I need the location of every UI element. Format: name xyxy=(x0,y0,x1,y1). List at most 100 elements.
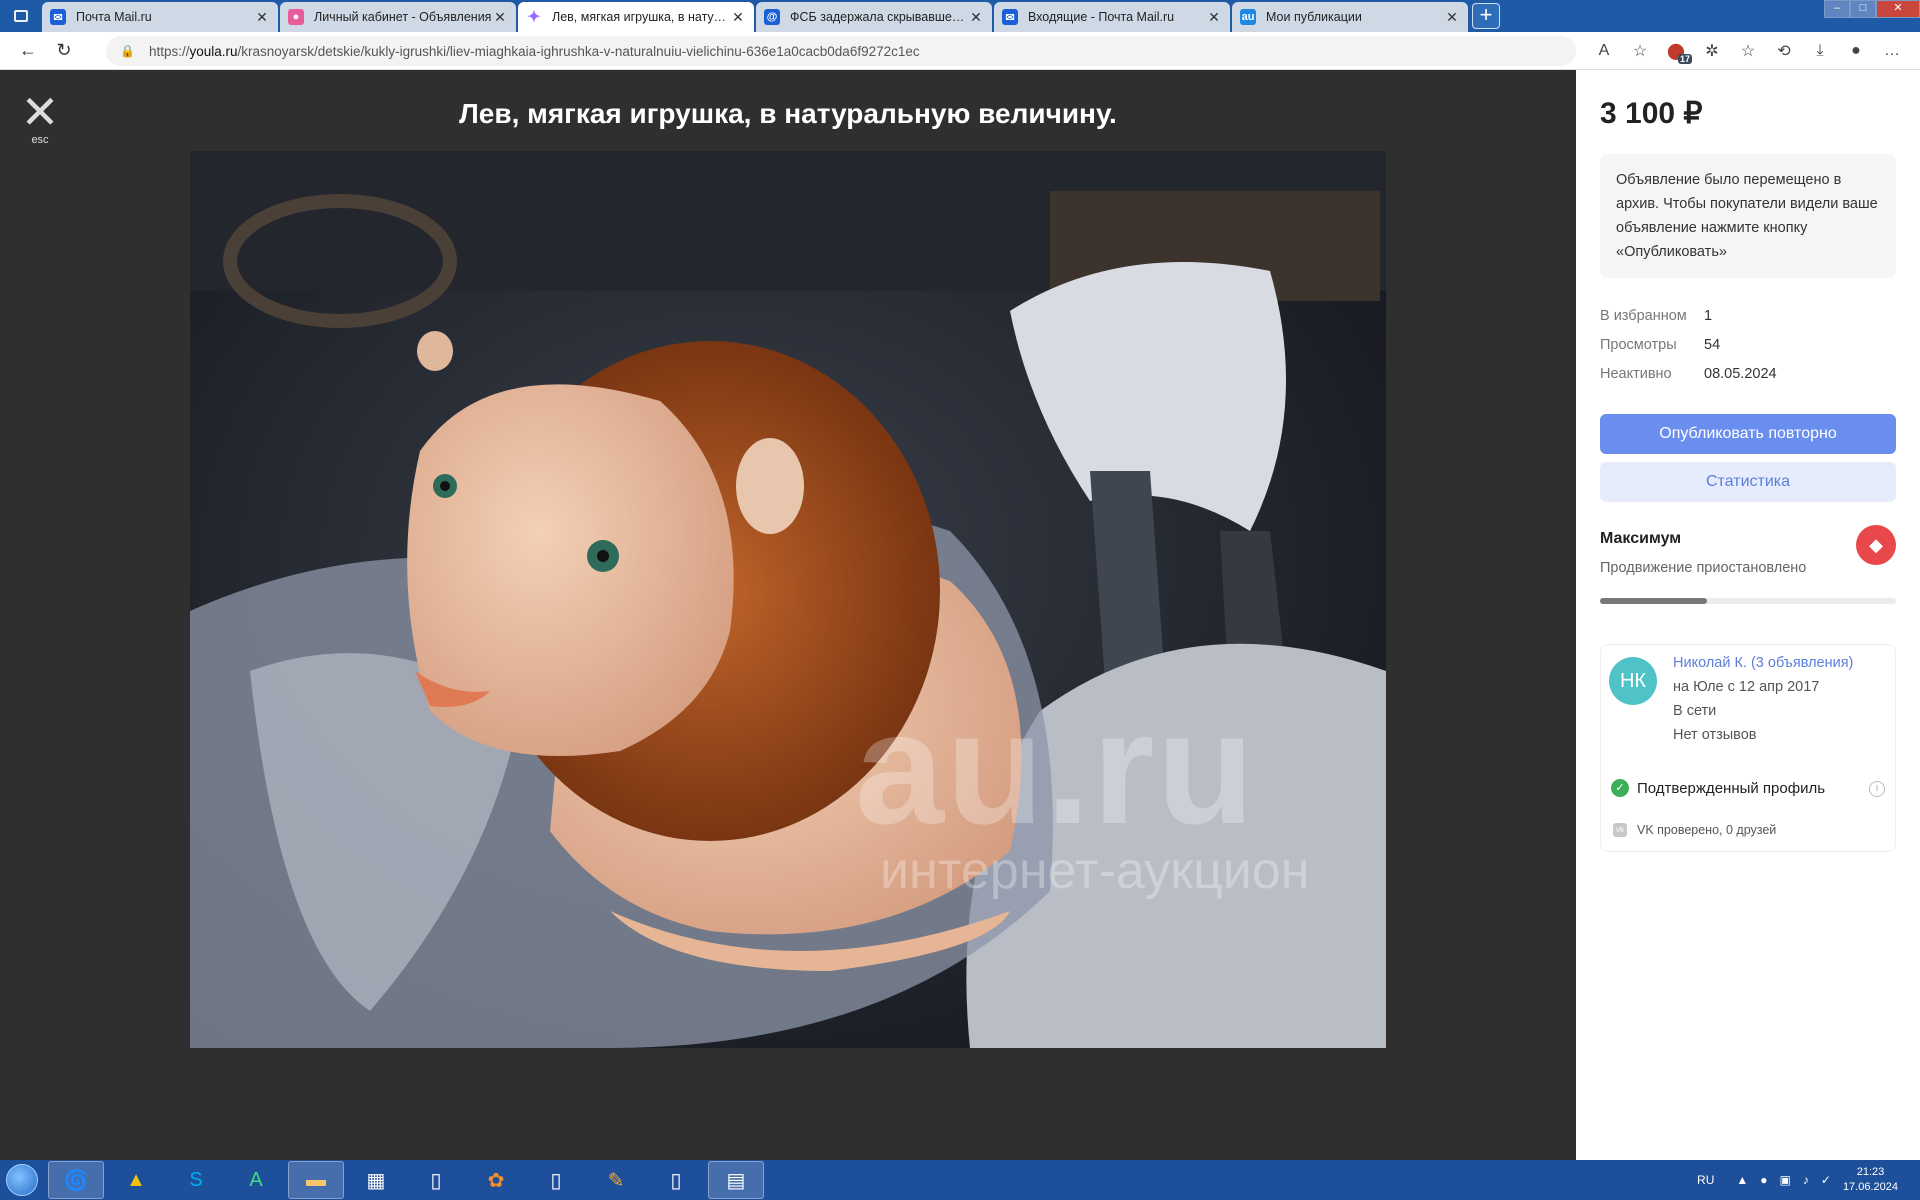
tray-app-icon[interactable]: ● xyxy=(1760,1173,1767,1187)
close-tab-icon[interactable]: ✕ xyxy=(254,9,270,26)
verified-label: Подтвержденный профиль xyxy=(1637,779,1826,797)
new-tab-button[interactable]: + xyxy=(1472,3,1500,29)
tab-5[interactable]: au Мои публикации ✕ xyxy=(1232,2,1468,32)
reload-icon[interactable]: ↻ xyxy=(46,36,82,66)
back-arrow-icon[interactable]: ← xyxy=(10,36,46,66)
calendar-taskbar-icon[interactable]: ▤ xyxy=(708,1161,764,1199)
file-taskbar-icon[interactable]: ▯ xyxy=(648,1161,704,1199)
adblock-extension-icon[interactable]: ⬤ 17 xyxy=(1658,36,1694,66)
start-button[interactable] xyxy=(0,1160,44,1200)
promo-progress-bar xyxy=(1600,598,1896,604)
lion-toy-photo xyxy=(190,151,1386,1048)
clock[interactable]: 21:23 17.06.2024 xyxy=(1843,1165,1898,1195)
volume-icon[interactable]: ♪ xyxy=(1803,1173,1809,1187)
explorer-taskbar-icon[interactable]: ▬ xyxy=(288,1161,344,1199)
tab-1[interactable]: ● Личный кабинет - Объявления ✕ xyxy=(280,2,516,32)
verified-profile: ✓ Подтвержденный профиль xyxy=(1611,779,1825,797)
url-prefix: https:// xyxy=(148,43,190,59)
extension-badge: 17 xyxy=(1677,54,1692,64)
tab-4[interactable]: ✉ Входящие - Почта Mail.ru ✕ xyxy=(994,2,1230,32)
network-icon[interactable]: ▣ xyxy=(1780,1173,1791,1187)
skype-taskbar-icon[interactable]: S xyxy=(168,1161,224,1199)
document-taskbar-icon[interactable]: ▯ xyxy=(408,1161,464,1199)
promo-title: Максимум xyxy=(1600,530,1682,547)
shield-icon: ✓ xyxy=(1611,779,1629,797)
calculator-taskbar-icon[interactable]: ▦ xyxy=(348,1161,404,1199)
tab-2-title: Лев, мягкая игрушка, в натурал xyxy=(552,10,730,24)
tab-actions-button[interactable] xyxy=(0,0,42,32)
stat-favorites-label: В избранном xyxy=(1600,308,1687,324)
photo-viewer: ✕ esc Лев, мягкая игрушка, в натуральную… xyxy=(0,70,1576,1160)
promo-progress-fill xyxy=(1600,598,1707,604)
statistics-button[interactable]: Статистика xyxy=(1600,462,1896,502)
stat-favorites: В избранном 1 xyxy=(1600,308,1712,324)
paint-taskbar-icon[interactable]: ✎ xyxy=(588,1161,644,1199)
history-icon[interactable]: ⟲ xyxy=(1766,36,1802,66)
listing-photo[interactable]: au.ru интернет-аукцион xyxy=(190,151,1386,1048)
language-indicator[interactable]: RU xyxy=(1697,1173,1714,1187)
stat-favorites-value: 1 xyxy=(1704,308,1713,324)
windows-taskbar: 🌀 ▲ S A ▬ ▦ ▯ ✿ ▯ ✎ ▯ ▤ RU ▲ ● ▣ ♪ ✓ 21:… xyxy=(0,1160,1920,1200)
vk-label: VK проверено, 0 друзей xyxy=(1637,823,1777,837)
close-tab-icon[interactable]: ✕ xyxy=(492,9,508,26)
favorite-star-icon[interactable]: ☆ xyxy=(1622,36,1658,66)
republish-button[interactable]: Опубликовать повторно xyxy=(1600,414,1896,454)
extensions-puzzle-icon[interactable]: ✲ xyxy=(1694,36,1730,66)
stat-inactive-label: Неактивно xyxy=(1600,366,1672,382)
listing-title: Лев, мягкая игрушка, в натуральную велич… xyxy=(459,98,1117,129)
price: 3 100 ₽ xyxy=(1600,97,1703,130)
seller-online-status: В сети xyxy=(1673,703,1717,719)
android-taskbar-icon[interactable]: A xyxy=(228,1161,284,1199)
tray-expand-icon[interactable]: ▲ xyxy=(1736,1173,1748,1187)
more-menu-icon[interactable]: … xyxy=(1874,36,1910,66)
promo-status: Продвижение приостановлено xyxy=(1600,560,1807,576)
tab-0[interactable]: ✉ Почта Mail.ru ✕ xyxy=(42,2,278,32)
window-controls: – □ ✕ xyxy=(1824,0,1920,18)
dots-icon: ● xyxy=(288,9,304,25)
tab-actions-icon xyxy=(14,10,28,22)
url-host: youla.ru xyxy=(189,43,238,59)
listing-sidebar: 3 100 ₽ Объявление было перемещено в арх… xyxy=(1576,70,1920,1160)
read-aloud-icon[interactable]: A xyxy=(1586,36,1622,66)
photos-taskbar-icon[interactable]: ✿ xyxy=(468,1161,524,1199)
stat-views: Просмотры 54 xyxy=(1600,337,1720,353)
archive-notice: Объявление было перемещено в архив. Чтоб… xyxy=(1600,154,1896,278)
aimp-taskbar-icon[interactable]: ▲ xyxy=(108,1161,164,1199)
close-tab-icon[interactable]: ✕ xyxy=(1206,9,1222,26)
stat-views-label: Просмотры xyxy=(1600,337,1677,353)
address-bar[interactable]: 🔒 https://youla.ru/krasnoyarsk/detskie/k… xyxy=(106,36,1576,66)
favorites-list-icon[interactable]: ☆ xyxy=(1730,36,1766,66)
info-icon[interactable]: i xyxy=(1869,781,1885,797)
edge-taskbar-icon[interactable]: 🌀 xyxy=(48,1161,104,1199)
profile-avatar-icon[interactable]: ● xyxy=(1838,36,1874,66)
seller-since: на Юле с 12 апр 2017 xyxy=(1673,679,1820,695)
vk-icon: vk xyxy=(1613,823,1627,837)
mail-icon: ✉ xyxy=(50,9,66,25)
tab-3-title: ФСБ задержала скрывавшегося xyxy=(790,10,968,24)
watermark-logo: au.ru xyxy=(855,678,1257,857)
download-icon[interactable]: ⤓ xyxy=(1802,36,1838,66)
seller-name-link[interactable]: Николай К. (3 объявления) xyxy=(1673,655,1853,671)
vk-verification: vk VK проверено, 0 друзей xyxy=(1613,823,1776,837)
minimize-icon[interactable]: – xyxy=(1824,0,1850,18)
clock-date: 17.06.2024 xyxy=(1842,1181,1898,1193)
maximize-icon[interactable]: □ xyxy=(1850,0,1876,18)
tab-3[interactable]: @ ФСБ задержала скрывавшегося ✕ xyxy=(756,2,992,32)
watermark-caption: интернет-аукцион xyxy=(880,842,1310,900)
seller-card: НК Николай К. (3 объявления) на Юле с 12… xyxy=(1600,644,1896,852)
avatar[interactable]: НК xyxy=(1609,657,1657,705)
stat-views-value: 54 xyxy=(1704,337,1721,353)
system-tray: RU ▲ ● ▣ ♪ ✓ 21:23 17.06.2024 xyxy=(1697,1160,1920,1200)
close-tab-icon[interactable]: ✕ xyxy=(730,9,746,26)
notepad-taskbar-icon[interactable]: ▯ xyxy=(528,1161,584,1199)
sync-icon[interactable]: ✓ xyxy=(1821,1173,1831,1187)
au-icon: au xyxy=(1240,9,1256,25)
close-tab-icon[interactable]: ✕ xyxy=(968,9,984,26)
browser-tab-strip: ✉ Почта Mail.ru ✕ ● Личный кабинет - Объ… xyxy=(0,0,1920,32)
tab-2[interactable]: ✦ Лев, мягкая игрушка, в натурал ✕ xyxy=(518,2,754,32)
tab-4-title: Входящие - Почта Mail.ru xyxy=(1028,10,1175,24)
star-icon: ✦ xyxy=(527,9,541,26)
close-tab-icon[interactable]: ✕ xyxy=(1444,9,1460,26)
window-close-icon[interactable]: ✕ xyxy=(1876,0,1920,18)
diamond-icon[interactable]: ◆ xyxy=(1856,525,1896,565)
